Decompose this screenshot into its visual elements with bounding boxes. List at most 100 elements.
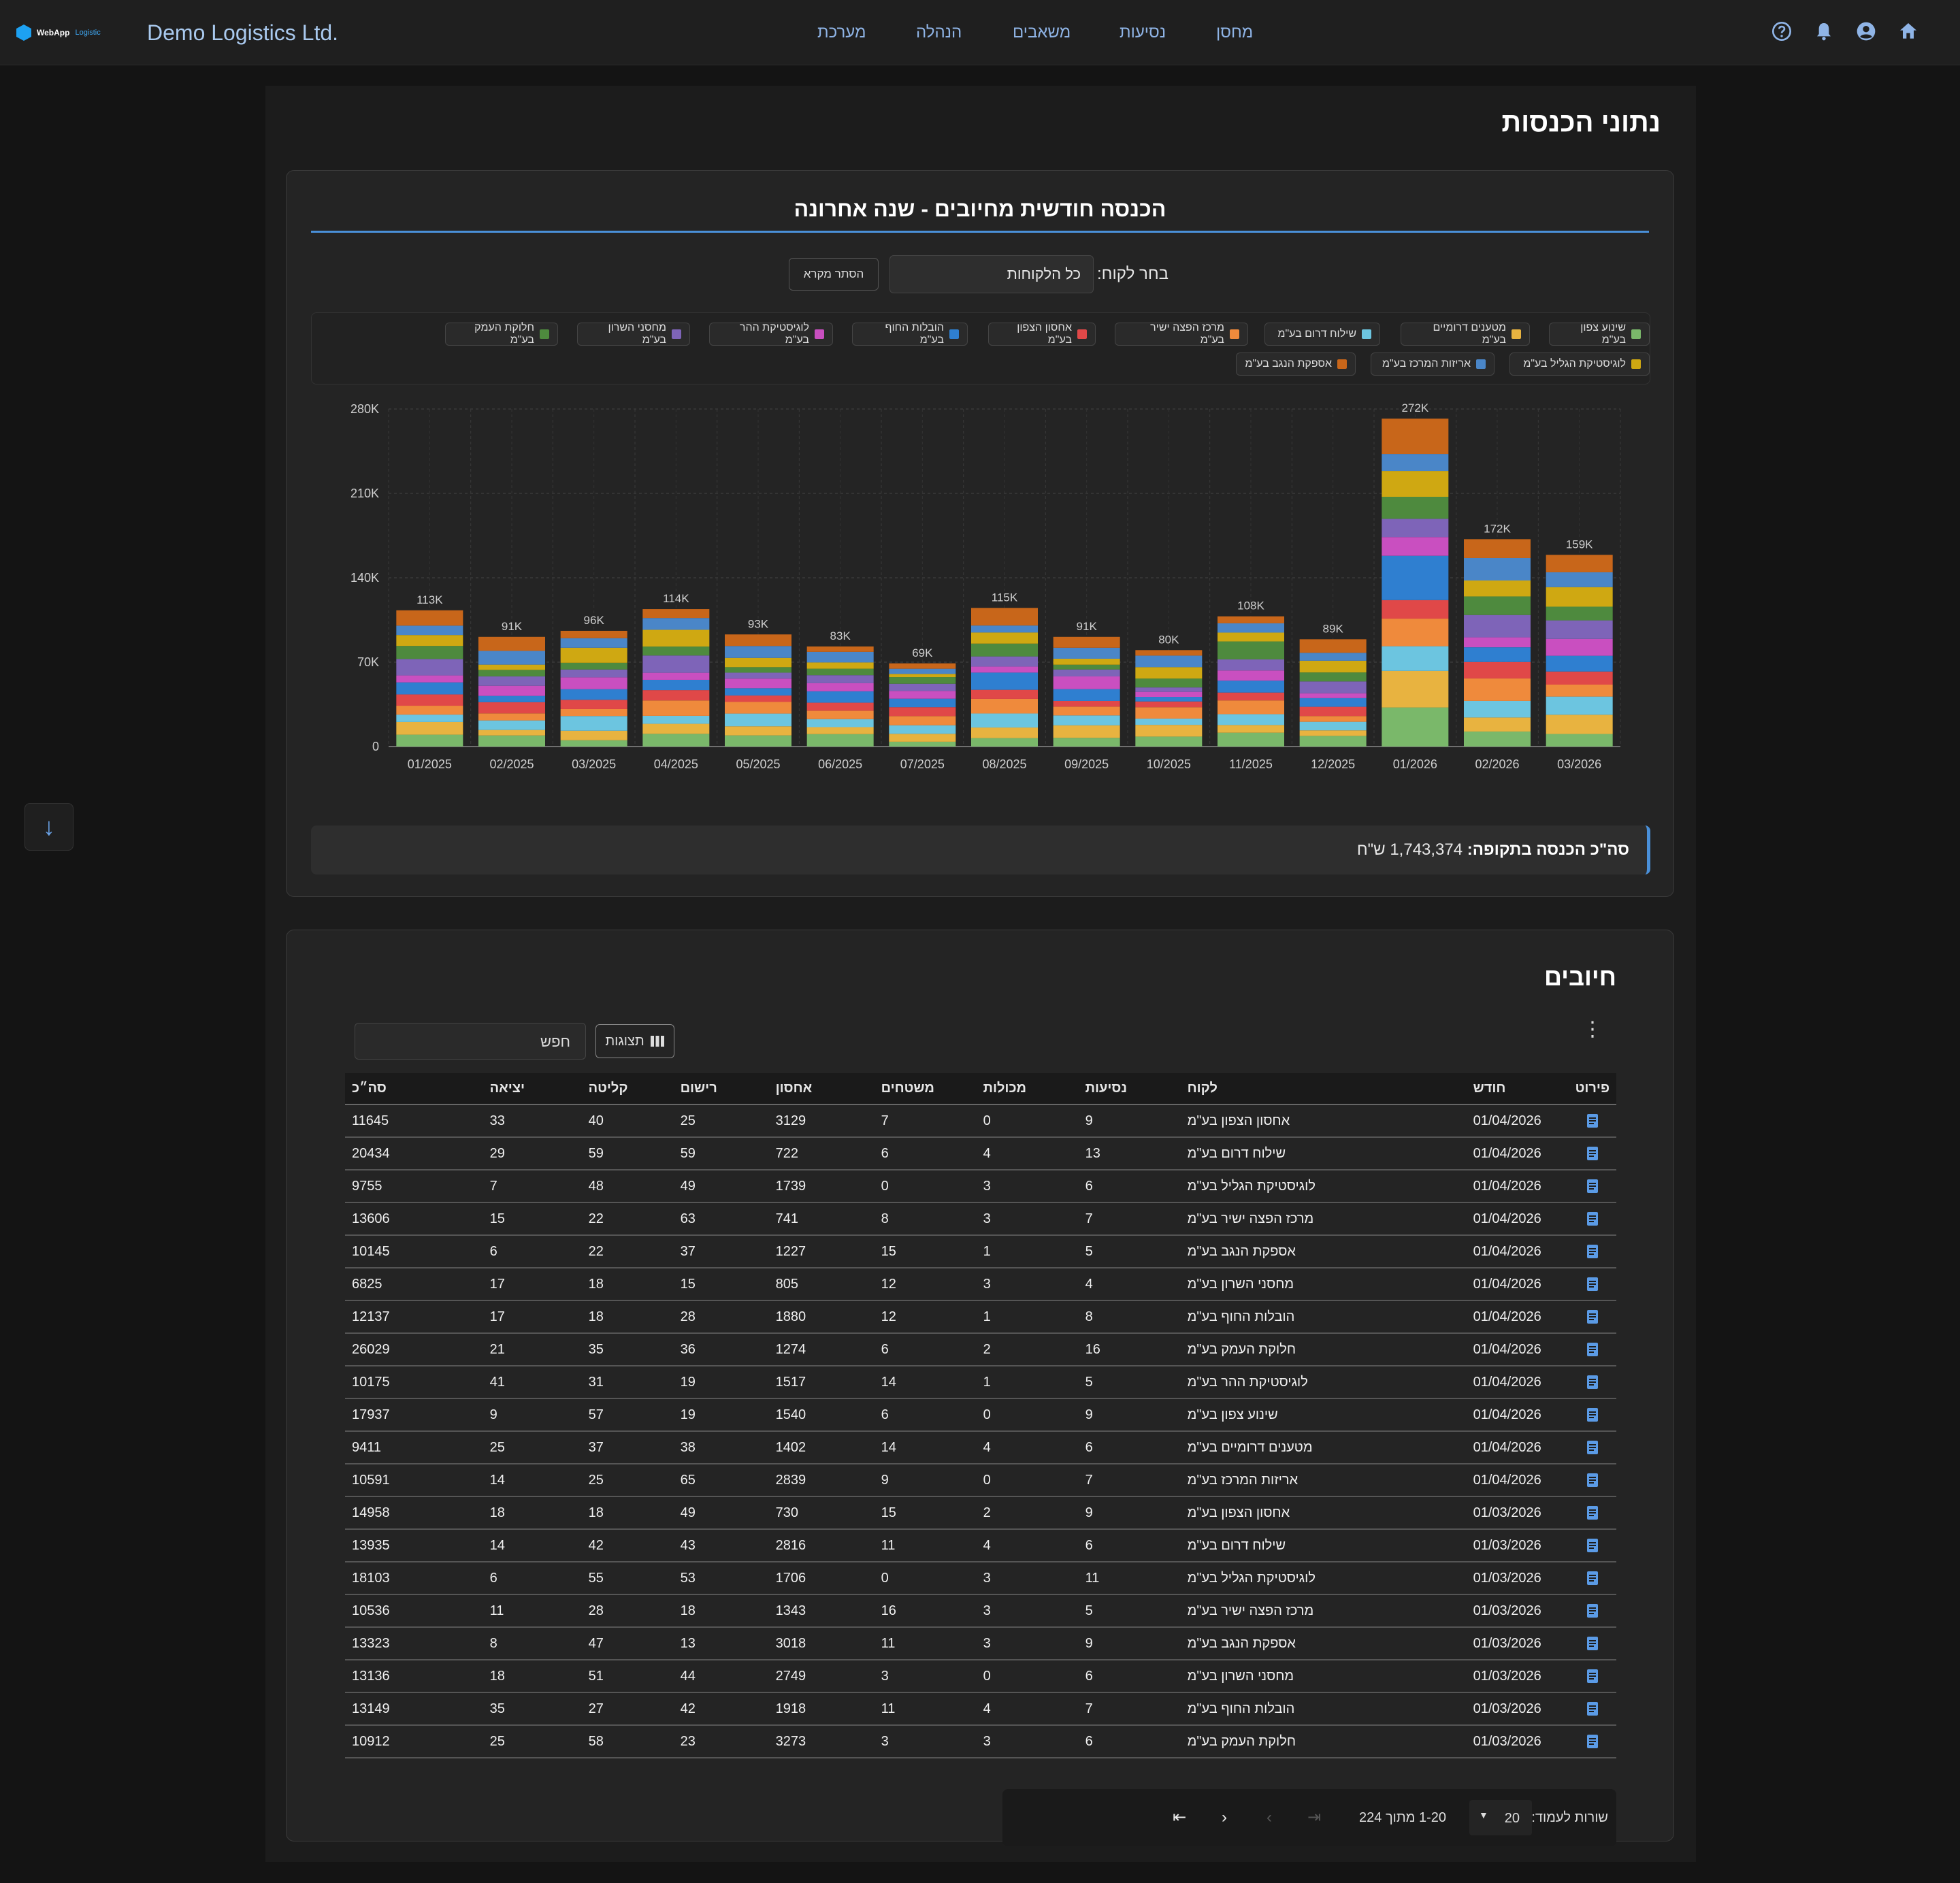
receipt-icon[interactable] <box>1586 1375 1599 1390</box>
nav-resources[interactable]: משאבים <box>1013 23 1071 42</box>
receipt-icon[interactable] <box>1586 1473 1599 1488</box>
receipt-icon[interactable] <box>1586 1571 1599 1586</box>
receipt-icon[interactable] <box>1586 1603 1599 1618</box>
receipt-icon[interactable] <box>1586 1309 1599 1324</box>
table-row[interactable]: 01/04/2026 חלוקת העמק בע"מ 16 2 6 1274 36 35 21 2… <box>345 1333 1616 1366</box>
details-cell[interactable] <box>1568 1235 1616 1268</box>
scroll-down-button[interactable]: ↓ <box>24 803 74 851</box>
details-cell[interactable] <box>1568 1660 1616 1693</box>
help-icon[interactable] <box>1771 20 1793 42</box>
table-row[interactable]: 01/04/2026 מחסני השרון בע"מ 4 3 12 805 15 18 17 6… <box>345 1268 1616 1301</box>
app-logo[interactable]: WebApp Logistic <box>16 22 101 43</box>
details-cell[interactable] <box>1568 1202 1616 1236</box>
col-intake[interactable]: קליטה <box>581 1073 674 1105</box>
first-page-button[interactable]: ⇤ <box>1166 1804 1193 1831</box>
details-cell[interactable] <box>1568 1104 1616 1138</box>
search-input[interactable]: חפש <box>355 1023 586 1060</box>
receipt-icon[interactable] <box>1586 1211 1599 1226</box>
legend-item[interactable]: שינוע צפון בע"מ <box>1549 322 1650 346</box>
last-page-button[interactable]: ⇥ <box>1301 1804 1328 1831</box>
legend-item[interactable]: מטענים דרומיים בע"מ <box>1401 322 1530 346</box>
legend-item[interactable]: שילוח דרום בע"מ <box>1264 323 1380 346</box>
legend-item[interactable]: לוגיסטיקת הגליל בע"מ <box>1509 353 1650 376</box>
nav-management[interactable]: הנהלה <box>916 23 962 42</box>
receipt-icon[interactable] <box>1586 1244 1599 1259</box>
details-cell[interactable] <box>1568 1627 1616 1660</box>
col-pallets[interactable]: משטחים <box>874 1073 977 1105</box>
receipt-icon[interactable] <box>1586 1113 1599 1128</box>
hide-legend-button[interactable]: הסתר מקרא <box>789 258 879 291</box>
next-page-button[interactable]: › <box>1256 1804 1283 1831</box>
details-cell[interactable] <box>1568 1366 1616 1399</box>
details-cell[interactable] <box>1568 1300 1616 1334</box>
col-total[interactable]: סה״כ <box>345 1073 483 1105</box>
table-row[interactable]: 01/04/2026 הובלות החוף בע"מ 8 1 12 1880 28 18 17… <box>345 1300 1616 1334</box>
table-row[interactable]: 01/03/2026 לוגיסטיקת הגליל בע"מ 11 3 0 1706 53… <box>345 1562 1616 1595</box>
details-cell[interactable] <box>1568 1268 1616 1301</box>
receipt-icon[interactable] <box>1586 1701 1599 1716</box>
table-row[interactable]: 01/03/2026 חלוקת העמק בע"מ 6 3 3 3273 23 58 25 10… <box>345 1725 1616 1758</box>
details-cell[interactable] <box>1568 1725 1616 1758</box>
bell-icon[interactable] <box>1813 20 1835 42</box>
table-row[interactable]: 01/04/2026 אספקת הנגב בע"מ 5 1 15 1227 37 22 6 10… <box>345 1235 1616 1268</box>
details-cell[interactable] <box>1568 1170 1616 1203</box>
table-row[interactable]: 01/04/2026 מטענים דרומיים בע"מ 6 4 14 1402 38 3… <box>345 1431 1616 1464</box>
table-row[interactable]: 01/03/2026 אספקת הנגב בע"מ 9 3 11 3018 13 47 8 13… <box>345 1627 1616 1660</box>
table-row[interactable]: 01/04/2026 אריזות המרכז בע"מ 7 0 9 2839 65 25 14… <box>345 1464 1616 1497</box>
details-cell[interactable] <box>1568 1692 1616 1726</box>
col-trips[interactable]: נסיעות <box>1078 1073 1181 1105</box>
customer-select[interactable]: כל הלקוחות <box>889 255 1094 293</box>
col-containers[interactable]: מכולות <box>976 1073 1079 1105</box>
receipt-icon[interactable] <box>1586 1277 1599 1292</box>
legend-item[interactable]: מחסני השרון בע"מ <box>577 322 690 346</box>
col-customer[interactable]: לקוח <box>1180 1073 1467 1105</box>
table-row[interactable]: 01/04/2026 לוגיסטיקת ההר בע"מ 5 1 14 1517 19 31… <box>345 1366 1616 1399</box>
table-row[interactable]: 01/04/2026 לוגיסטיקת הגליל בע"מ 6 3 0 1739 49 4… <box>345 1170 1616 1203</box>
details-cell[interactable] <box>1568 1464 1616 1497</box>
receipt-icon[interactable] <box>1586 1538 1599 1553</box>
legend-item[interactable]: אריזות המרכז בע"מ <box>1371 353 1494 376</box>
legend-item[interactable]: הובלות החוף בע"מ <box>852 322 968 346</box>
col-exit[interactable]: יציאה <box>483 1073 582 1105</box>
previous-page-button[interactable]: ‹ <box>1211 1804 1238 1831</box>
table-row[interactable]: 01/03/2026 מחסני השרון בע"מ 6 0 3 2749 44 51 18 1… <box>345 1660 1616 1693</box>
table-row[interactable]: 01/04/2026 שינוע צפון בע"מ 9 0 6 1540 19 57 9 179… <box>345 1398 1616 1432</box>
table-row[interactable]: 01/03/2026 מרכז הפצה ישיר בע"מ 5 3 16 1343 18 2… <box>345 1594 1616 1628</box>
rows-per-page-select[interactable]: 20 ▼ <box>1469 1800 1532 1835</box>
legend-item[interactable]: לוגיסטיקת ההר בע"מ <box>709 322 833 346</box>
details-cell[interactable] <box>1568 1529 1616 1562</box>
more-options-icon[interactable]: ⋮ <box>1582 1019 1603 1040</box>
nav-system[interactable]: מערכת <box>817 23 866 42</box>
table-row[interactable]: 01/03/2026 אחסון הצפון בע"מ 9 2 15 730 49 18 18 1… <box>345 1496 1616 1530</box>
nav-warehouse[interactable]: מחסן <box>1216 23 1253 42</box>
legend-item[interactable]: אספקת הנגב בע"מ <box>1236 353 1356 376</box>
receipt-icon[interactable] <box>1586 1636 1599 1651</box>
details-cell[interactable] <box>1568 1137 1616 1170</box>
legend-item[interactable]: חלוקת העמק בע"מ <box>445 322 558 346</box>
table-row[interactable]: 01/03/2026 הובלות החוף בע"מ 7 4 11 1918 42 27 35… <box>345 1692 1616 1726</box>
details-cell[interactable] <box>1568 1333 1616 1366</box>
receipt-icon[interactable] <box>1586 1146 1599 1161</box>
receipt-icon[interactable] <box>1586 1505 1599 1520</box>
table-row[interactable]: 01/04/2026 שילוח דרום בע"מ 13 4 6 722 59 59 29 20… <box>345 1137 1616 1170</box>
legend-item[interactable]: אחסון הצפון בע"מ <box>988 322 1096 346</box>
col-month[interactable]: חודש <box>1466 1073 1569 1105</box>
receipt-icon[interactable] <box>1586 1179 1599 1194</box>
table-row[interactable]: 01/04/2026 אחסון הצפון בע"מ 9 0 7 3129 25 40 33 1… <box>345 1104 1616 1138</box>
table-row[interactable]: 01/03/2026 שילוח דרום בע"מ 6 4 11 2816 43 42 14 1… <box>345 1529 1616 1562</box>
receipt-icon[interactable] <box>1586 1734 1599 1749</box>
nav-trips[interactable]: נסיעות <box>1120 23 1166 42</box>
details-cell[interactable] <box>1568 1431 1616 1464</box>
details-cell[interactable] <box>1568 1398 1616 1432</box>
receipt-icon[interactable] <box>1586 1669 1599 1684</box>
col-registration[interactable]: רישום <box>673 1073 769 1105</box>
col-storage[interactable]: אחסון <box>768 1073 875 1105</box>
table-row[interactable]: 01/04/2026 מרכז הפצה ישיר בע"מ 7 3 8 741 63 22 1… <box>345 1202 1616 1236</box>
details-cell[interactable] <box>1568 1594 1616 1628</box>
receipt-icon[interactable] <box>1586 1407 1599 1422</box>
receipt-icon[interactable] <box>1586 1342 1599 1357</box>
legend-item[interactable]: מרכז הפצה ישיר בע"מ <box>1115 322 1248 346</box>
details-cell[interactable] <box>1568 1562 1616 1595</box>
receipt-icon[interactable] <box>1586 1440 1599 1455</box>
details-cell[interactable] <box>1568 1496 1616 1530</box>
